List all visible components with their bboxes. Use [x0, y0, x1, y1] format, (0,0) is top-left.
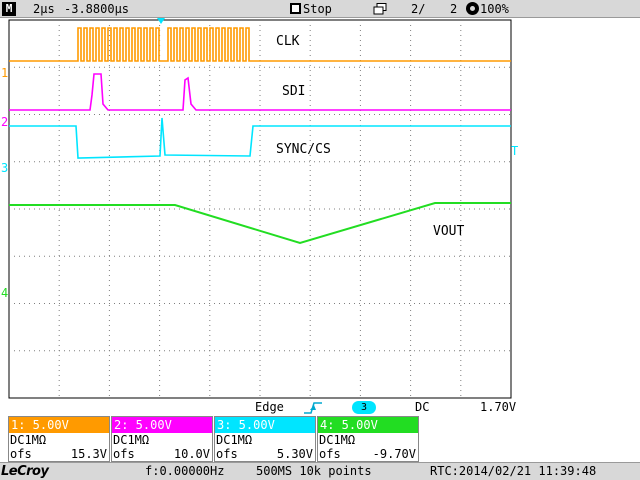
trace-ch2-sdi [9, 73, 511, 111]
channel-4-offset: -9.70V [372, 447, 416, 461]
channel-3-offset-row: ofs 5.30V [215, 447, 315, 461]
channel-3-offset: 5.30V [276, 447, 313, 461]
channel-1-offset-label: ofs [10, 447, 32, 461]
sync-waveform [9, 117, 511, 159]
channel-2-coupling: DC1MΩ [113, 433, 150, 447]
channel-4-scale: 4: 5.00V [318, 417, 418, 433]
zoom-value: 100% [480, 2, 509, 16]
ch1-marker[interactable]: 1 [1, 66, 8, 80]
ch2-marker[interactable]: 2 [1, 115, 8, 129]
channel-1-scale: 1: 5.00V [9, 417, 109, 433]
rtc-clock: RTC:2014/02/21 11:39:48 [430, 464, 597, 478]
gear-icon [466, 2, 479, 15]
channel-3-scale: 3: 5.00V [215, 417, 315, 433]
run-state[interactable]: Stop [290, 0, 332, 18]
run-state-label: Stop [303, 2, 332, 16]
stop-icon [290, 3, 301, 14]
footer-bar: LeCroy f:0.00000Hz 500MS 10k points RTC:… [0, 462, 640, 480]
label-sdi: SDI [282, 84, 305, 99]
ch4-marker[interactable]: 4 [1, 286, 8, 300]
layers-icon [373, 3, 387, 15]
trigger-source: 3 [352, 401, 376, 414]
graticule [8, 19, 512, 399]
trigger-type: Edge [255, 400, 284, 414]
channel-2-offset: 10.0V [173, 447, 210, 461]
clk-waveform [9, 27, 511, 62]
ch3-marker[interactable]: 3 [1, 161, 8, 175]
channel-3-box[interactable]: 3: 5.00V DC1MΩ ofs 5.30V [214, 416, 316, 462]
trigger-level: 1.70V [480, 400, 517, 414]
channel-1-offset-row: ofs 15.3V [9, 447, 109, 461]
frequency-readout: f:0.00000Hz [145, 464, 225, 478]
rising-edge-icon [304, 402, 322, 414]
channel-1-coupling: DC1MΩ [10, 433, 47, 447]
label-clk: CLK [276, 34, 300, 49]
acquisition-total: 2 [450, 2, 458, 16]
label-sync: SYNC/CS [276, 142, 331, 157]
trace-ch1-clk [9, 27, 511, 62]
mode-badge: M [2, 2, 16, 16]
channel-2-scale: 2: 5.00V [112, 417, 212, 433]
channel-2-offset-label: ofs [113, 447, 135, 461]
label-vout: VOUT [433, 224, 464, 239]
channel-3-coupling: DC1MΩ [216, 433, 253, 447]
channel-4-offset-row: ofs -9.70V [318, 447, 418, 461]
trigger-level-marker[interactable]: T [511, 144, 518, 158]
channel-1-box[interactable]: 1: 5.00V DC1MΩ ofs 15.3V [8, 416, 110, 462]
timebase[interactable]: 2µs [33, 0, 55, 18]
channel-2-offset-row: ofs 10.0V [112, 447, 212, 461]
channel-1-offset: 15.3V [70, 447, 107, 461]
trigger-delay[interactable]: -3.8800µs [64, 0, 129, 18]
trigger-info-row[interactable]: Edge 3 DC 1.70V [0, 399, 640, 416]
channel-4-coupling: DC1MΩ [319, 433, 356, 447]
sdi-waveform [9, 73, 511, 111]
trigger-coupling: DC [415, 400, 430, 414]
status-bar: M 2µs -3.8800µs Stop 2/ 2 100% [0, 0, 640, 18]
zoom-level[interactable]: 100% [466, 0, 509, 18]
trigger-position-marker [157, 18, 165, 24]
trace-ch3-sync [9, 117, 511, 159]
channel-2-box[interactable]: 2: 5.00V DC1MΩ ofs 10.0V [111, 416, 213, 462]
acquisition-count: 2/ [411, 2, 426, 16]
channel-3-offset-label: ofs [216, 447, 238, 461]
channel-4-box[interactable]: 4: 5.00V DC1MΩ ofs -9.70V [317, 416, 419, 462]
waveform-display[interactable]: 1 2 3 4 T CLK SDI SYNC/CS VOUT [0, 18, 640, 400]
channel-4-offset-label: ofs [319, 447, 341, 461]
sample-info: 500MS 10k points [256, 464, 372, 478]
brand-logo: LeCroy [1, 464, 49, 479]
